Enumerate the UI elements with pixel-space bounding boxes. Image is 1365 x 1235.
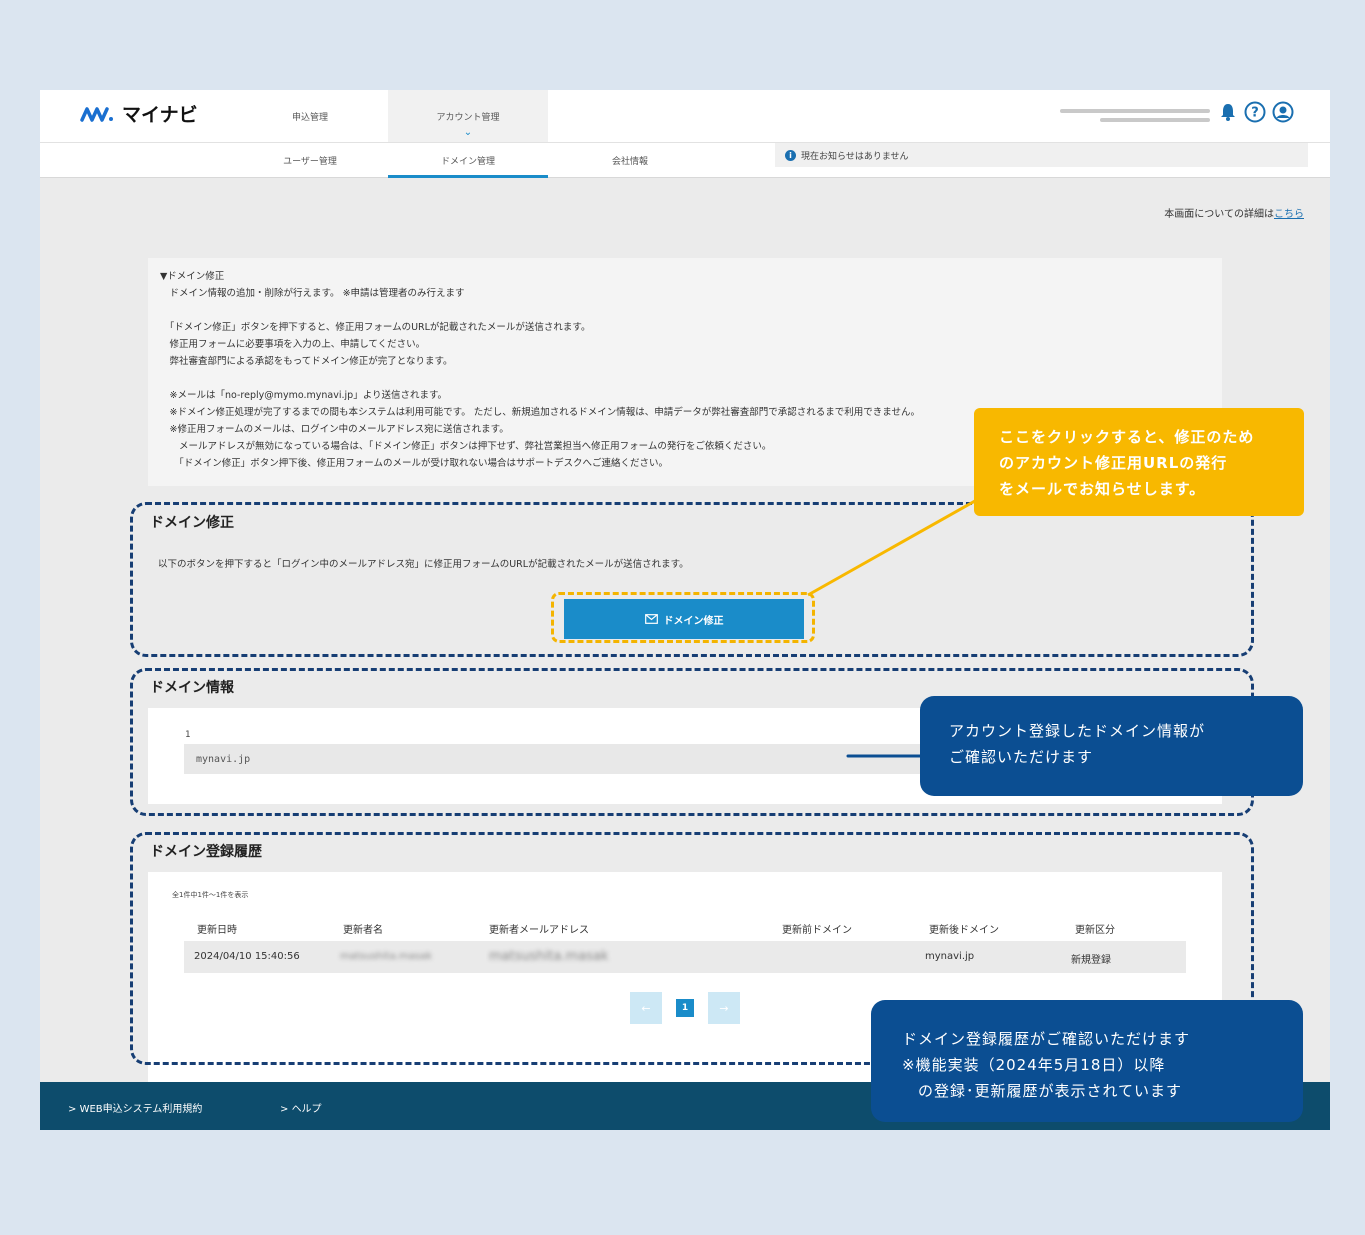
callout-line: をメールでお知らせします。	[999, 480, 1206, 498]
button-callout: ここをクリックすると、修正のため のアカウント修正用URLの発行 をメールでお知…	[974, 408, 1304, 516]
callout-line: の登録･更新履歴が表示されています	[902, 1082, 1183, 1100]
callout-line: ※機能実装（2024年5月18日）以降	[902, 1056, 1166, 1074]
domain-info-callout: アカウント登録したドメイン情報が ご確認いただけます	[920, 696, 1303, 796]
callout-line: のアカウント修正用URLの発行	[999, 454, 1228, 472]
history-callout: ドメイン登録履歴がご確認いただけます ※機能実装（2024年5月18日）以降 の…	[871, 1000, 1303, 1122]
callout-line: アカウント登録したドメイン情報が	[949, 722, 1206, 740]
callout-line: ここをクリックすると、修正のため	[999, 428, 1255, 446]
callout-line: ドメイン登録履歴がご確認いただけます	[902, 1030, 1191, 1048]
callout-line: ご確認いただけます	[949, 748, 1094, 766]
